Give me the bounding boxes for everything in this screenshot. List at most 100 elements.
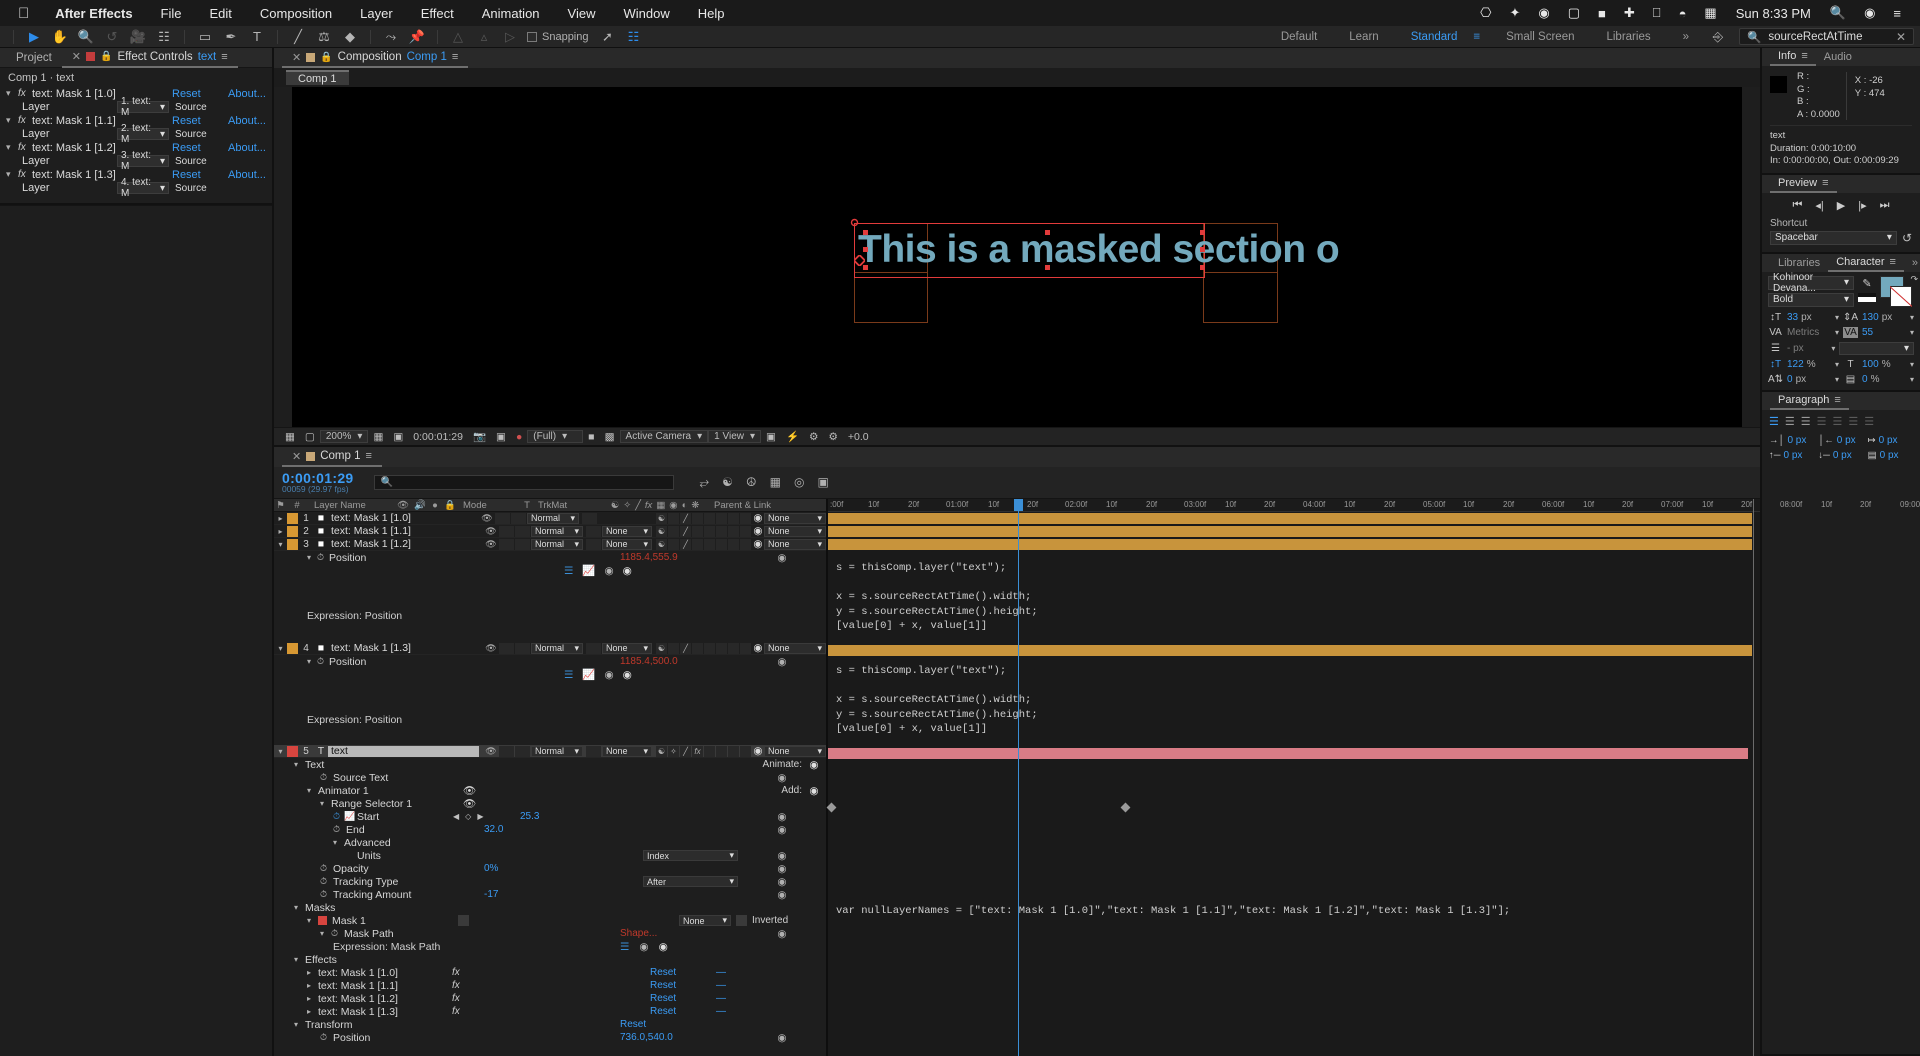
menu-effect[interactable]: Effect [407, 6, 468, 21]
property-group-text[interactable]: ▾ Text Animate: ◉ [274, 758, 826, 771]
expression-language-menu-icon[interactable]: ◉ [623, 565, 632, 577]
stopwatch-icon[interactable]: ⏱ [320, 876, 333, 887]
stopwatch-icon[interactable]: ⏱ [320, 889, 333, 900]
pixel-aspect-icon[interactable]: ▣ [761, 431, 781, 443]
menu-composition[interactable]: Composition [246, 6, 346, 21]
fx-switch[interactable] [692, 525, 703, 537]
chevron-down-icon[interactable]: ▾ [1835, 328, 1839, 337]
audio-toggle[interactable] [499, 745, 514, 757]
leading-field[interactable]: 130 px [1862, 312, 1906, 323]
horizontal-scale-field[interactable]: 100 % [1862, 359, 1906, 370]
prev-keyframe-icon[interactable]: ◀ [453, 812, 459, 821]
puppet-pin-tool-icon[interactable]: 📌 [404, 27, 430, 47]
chevron-down-icon[interactable]: ▾ [1835, 360, 1839, 369]
channel-icon[interactable]: ● [511, 431, 527, 443]
anchor-point-tool-icon[interactable]: ☷ [151, 27, 177, 47]
selection-handle-tc[interactable] [1045, 230, 1050, 235]
tab-character[interactable]: Character ≡ [1828, 254, 1904, 272]
property-value[interactable]: 32.0 [484, 824, 738, 835]
effect-layer-dropdown[interactable]: 3. text: M ▾ [117, 150, 169, 172]
chevron-down-icon[interactable]: ▾ [1910, 313, 1914, 322]
next-frame-icon[interactable]: |▸ [1858, 199, 1866, 212]
layer-bar[interactable] [828, 748, 1748, 759]
menu-window[interactable]: Window [609, 6, 683, 21]
font-style-select[interactable]: Bold ▾ [1768, 292, 1854, 307]
snap-grid-icon[interactable]: ☷ [621, 27, 647, 47]
video-toggle-icon[interactable]: 👁 [483, 643, 499, 654]
parent-pickwhip-icon[interactable]: ◉ [752, 745, 764, 757]
quality-switch[interactable]: ╱ [680, 512, 691, 524]
parent-select[interactable]: None ▾ [764, 745, 826, 757]
add-keyframe-icon[interactable]: ◇ [465, 812, 471, 821]
disclosure-triangle-icon[interactable]: ▾ [320, 929, 331, 938]
effect-reset-link[interactable]: Reset [172, 169, 228, 181]
disclosure-triangle-icon[interactable]: ▸ [307, 968, 318, 977]
blend-mode-select[interactable]: Normal ▾ [531, 525, 583, 537]
property-value[interactable]: 0% [484, 863, 738, 874]
layer-bar[interactable] [828, 513, 1752, 524]
expression-enable-icon[interactable]: ☰ [564, 669, 573, 681]
indent-left-field[interactable]: →│ 0 px [1769, 435, 1814, 446]
expression-graph-icon[interactable]: 📈 [582, 564, 595, 577]
effect-source-label[interactable]: Source [169, 129, 221, 140]
parent-pickwhip-icon[interactable]: ◉ [752, 512, 764, 524]
frame-blending-icon[interactable]: ▦ [770, 475, 781, 490]
composition-viewer-canvas[interactable]: This is a masked section o [292, 87, 1742, 427]
justify-last-center-icon[interactable]: ☰ [1833, 415, 1843, 428]
blend-mode-select[interactable]: Normal ▾ [527, 512, 579, 524]
timeline-link-icon[interactable]: ⚙ [823, 431, 842, 443]
disclosure-triangle-icon[interactable]: ▾ [294, 1020, 305, 1029]
work-area-end-marker[interactable] [1753, 499, 1754, 1056]
transform-reset-link[interactable]: Reset [620, 1019, 738, 1030]
hand-tool-icon[interactable]: ✋ [47, 27, 73, 47]
current-time-indicator-head[interactable] [1014, 499, 1023, 511]
blend-mode-select[interactable]: Normal ▾ [531, 642, 583, 654]
property-group-effects[interactable]: ▾ Effects [274, 953, 826, 966]
menu-animation[interactable]: Animation [468, 6, 554, 21]
dropbox-icon[interactable]: ✦ [1500, 5, 1529, 21]
eraser-tool-icon[interactable]: ◆ [337, 27, 363, 47]
stopwatch-icon[interactable]: ⏱ [333, 811, 344, 822]
tab-audio[interactable]: Audio [1816, 48, 1860, 66]
blend-mode-select[interactable]: Normal ▾ [531, 538, 583, 550]
trkmat-select[interactable]: None ▾ [602, 538, 652, 550]
shape-tool-icon[interactable]: ▭ [192, 27, 218, 47]
effect-layer-dropdown[interactable]: 4. text: M ▾ [117, 177, 169, 199]
effect-reset-link[interactable]: Reset [172, 88, 228, 100]
expression-pickwhip-icon[interactable]: ◉ [738, 772, 826, 784]
frame-blend-switch[interactable] [704, 525, 715, 537]
property-row-end[interactable]: ⏱ End 32.0 ◉ [274, 823, 826, 836]
quality-switch[interactable]: ╱ [680, 525, 691, 537]
input-source-icon[interactable]: ▦ [1695, 5, 1725, 21]
comp-subtab-comp1[interactable]: Comp 1 [286, 70, 349, 85]
trkmat-select[interactable]: None ▾ [602, 525, 652, 537]
layer-bar[interactable] [828, 645, 1752, 656]
search-clear-icon[interactable]: ✕ [1896, 30, 1906, 44]
justify-last-left-icon[interactable]: ☰ [1817, 415, 1827, 428]
shy-switch[interactable]: ☯ [656, 512, 667, 524]
property-value[interactable]: 25.3 [495, 811, 738, 822]
graph-editor-icon[interactable]: ▣ [817, 475, 828, 490]
property-row-opacity[interactable]: ⏱ Opacity 0% ◉ [274, 862, 826, 875]
fx-switch[interactable] [692, 538, 703, 550]
expression-enable-icon[interactable]: ☰ [620, 941, 629, 953]
effect-source-label[interactable]: Source [169, 183, 221, 194]
audio-toggle[interactable] [499, 642, 514, 654]
collapse-switch[interactable]: ✧ [668, 745, 679, 757]
zoom-level-select[interactable]: 200% ▾ [319, 430, 369, 443]
swap-colors-icon[interactable]: ↷ [1910, 274, 1918, 285]
snapping-checkbox-icon[interactable] [527, 31, 537, 42]
first-frame-icon[interactable]: ⏮ [1792, 199, 1802, 212]
composition-mini-flowchart-icon[interactable]: ⥂ [700, 475, 710, 490]
camera-tool-icon[interactable]: 🎥 [125, 27, 151, 47]
adjustment-switch[interactable] [728, 512, 739, 524]
property-value[interactable]: -17 [484, 889, 738, 900]
layer-color-swatch[interactable] [287, 745, 298, 757]
menu-file[interactable]: File [147, 6, 196, 21]
eyedropper-icon[interactable]: ✎ [1862, 277, 1871, 290]
align-right-icon[interactable]: ☰ [1801, 415, 1811, 428]
disclosure-triangle-icon[interactable]: ▾ [294, 955, 305, 964]
property-value[interactable]: 1185.4,500.0 [620, 656, 738, 667]
battery-icon[interactable]: ▢ [1559, 5, 1589, 21]
fill-stroke-swatches[interactable]: ↷ [1880, 274, 1918, 308]
